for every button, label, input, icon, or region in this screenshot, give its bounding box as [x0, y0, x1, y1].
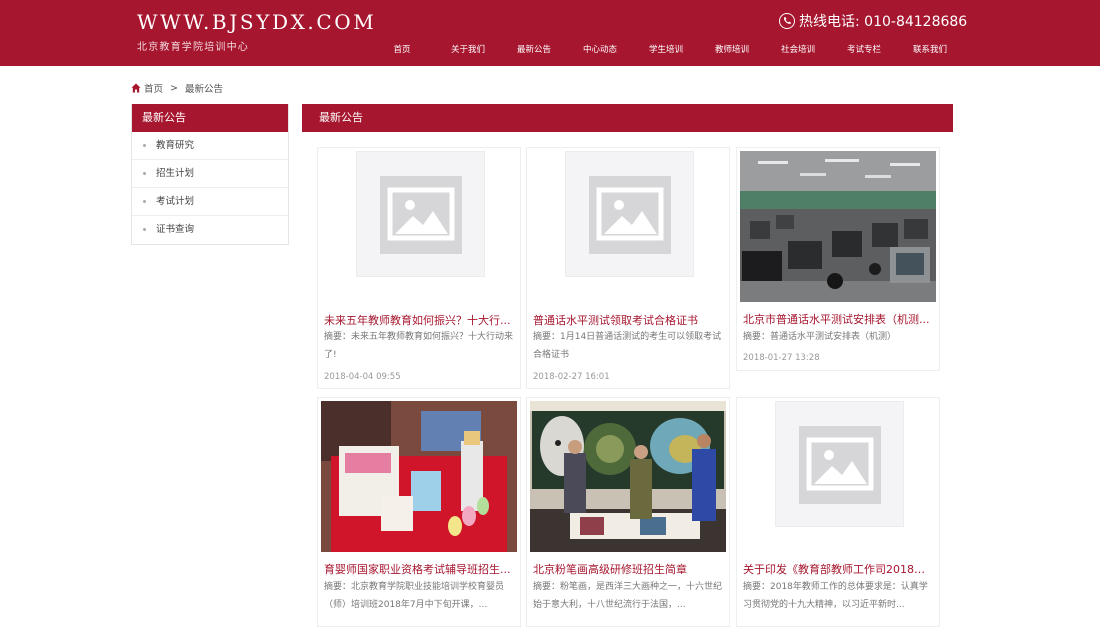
- article-title[interactable]: 未来五年教师教育如何振兴？十大行...: [324, 312, 514, 328]
- bullet-icon: [143, 144, 146, 147]
- image-placeholder: [775, 401, 904, 527]
- article-date: 2018-04-04 09:55: [324, 372, 401, 382]
- nav-item-exams[interactable]: 考试专栏: [831, 43, 897, 55]
- article-summary: 摘要：粉笔画，是西洋三大画种之一，十六世纪始于意大利，十八世纪流行于法国，...: [533, 582, 723, 610]
- image-placeholder-icon: [806, 437, 874, 491]
- site-logo-subtitle: 北京教育学院培训中心: [137, 42, 249, 53]
- sidebar: 最新公告 教育研究 招生计划 考试计划 证书查询: [131, 104, 289, 245]
- site-header: WWW.BJSYDX.COM 北京教育学院培训中心 热线电话: 010-8412…: [0, 0, 1100, 66]
- breadcrumb-current: 最新公告: [184, 84, 223, 95]
- article-title[interactable]: 关于印发《教育部教师工作司2018年...: [743, 561, 933, 577]
- sidebar-item-enrollment-plan[interactable]: 招生计划: [132, 160, 288, 188]
- article-summary: 摘要：1月14日普通话测试的考生可以领取考试合格证书: [533, 332, 722, 360]
- article-card[interactable]: 关于印发《教育部教师工作司2018年... 摘要：2018年教师工作的总体要求是…: [736, 397, 940, 627]
- nav-item-social-training[interactable]: 社会培训: [765, 43, 831, 55]
- image-placeholder-icon: [387, 187, 455, 241]
- article-card[interactable]: 北京市普通话水平测试安排表（机测... 摘要：普通话水平测试安排表（机测） 20…: [736, 147, 940, 371]
- sidebar-item-exam-plan[interactable]: 考试计划: [132, 188, 288, 216]
- nav-item-teacher-training[interactable]: 教师培训: [699, 43, 765, 55]
- hotline: 热线电话: 010-84128686: [779, 11, 967, 31]
- sidebar-item-label: 招生计划: [156, 168, 195, 179]
- hotline-text: 热线电话: 010-84128686: [799, 14, 968, 30]
- site-logo[interactable]: WWW.BJSYDX.COM: [137, 10, 376, 34]
- article-thumbnail[interactable]: [530, 401, 726, 552]
- article-thumbnail[interactable]: [740, 151, 936, 302]
- bullet-icon: [143, 172, 146, 175]
- image-placeholder: [356, 151, 485, 277]
- article-date: 2018-02-27 16:01: [533, 372, 610, 382]
- article-card[interactable]: 育婴师国家职业资格考试辅导班招生... 摘要：北京教育学院职业技能培训学校育婴员…: [317, 397, 521, 627]
- main-nav: 首页 关于我们 最新公告 中心动态 学生培训 教师培训 社会培训 考试专栏 联系…: [369, 43, 963, 55]
- nav-item-news[interactable]: 中心动态: [567, 43, 633, 55]
- chalk-art-class-photo: [530, 401, 726, 552]
- article-thumbnail[interactable]: [530, 151, 726, 302]
- home-icon: [131, 83, 141, 93]
- sidebar-title: 最新公告: [132, 104, 288, 132]
- nav-item-home[interactable]: 首页: [369, 43, 435, 55]
- article-summary: 摘要：2018年教师工作的总体要求是：认真学习贯彻党的十九大精神，以习近平新时.…: [743, 582, 928, 610]
- article-title[interactable]: 北京市普通话水平测试安排表（机测...: [743, 311, 933, 327]
- bullet-icon: [143, 228, 146, 231]
- bullet-icon: [143, 200, 146, 203]
- computer-lab-photo: [740, 151, 936, 302]
- breadcrumb: 首页 > 最新公告: [131, 81, 223, 95]
- nav-item-about[interactable]: 关于我们: [435, 43, 501, 55]
- breadcrumb-separator: >: [170, 82, 178, 94]
- article-card[interactable]: 北京粉笔画高级研修班招生简章 摘要：粉笔画，是西洋三大画种之一，十六世纪始于意大…: [526, 397, 730, 627]
- article-summary: 摘要：北京教育学院职业技能培训学校育婴员（师）培训班2018年7月中下旬开课，.…: [324, 582, 505, 610]
- sidebar-item-label: 证书查询: [156, 224, 195, 235]
- article-card[interactable]: 普通话水平测试领取考试合格证书 摘要：1月14日普通话测试的考生可以领取考试合格…: [526, 147, 730, 389]
- nav-item-contact[interactable]: 联系我们: [897, 43, 963, 55]
- nav-item-announcements[interactable]: 最新公告: [501, 43, 567, 55]
- sidebar-item-label: 教育研究: [156, 140, 195, 151]
- baby-supplies-photo: [321, 401, 517, 552]
- sidebar-item-education-research[interactable]: 教育研究: [132, 132, 288, 160]
- article-date: 2018-01-27 13:28: [743, 353, 820, 363]
- article-title[interactable]: 北京粉笔画高级研修班招生简章: [533, 561, 723, 577]
- article-thumbnail[interactable]: [321, 151, 517, 302]
- article-thumbnail[interactable]: [321, 401, 517, 552]
- sidebar-item-certificate-query[interactable]: 证书查询: [132, 216, 288, 244]
- article-title[interactable]: 育婴师国家职业资格考试辅导班招生...: [324, 561, 514, 577]
- phone-icon: [779, 13, 795, 29]
- article-summary: 摘要：普通话水平测试安排表（机测）: [743, 332, 897, 342]
- article-card[interactable]: 未来五年教师教育如何振兴？十大行... 摘要：未来五年教师教育如何振兴？十大行动…: [317, 147, 521, 389]
- breadcrumb-home[interactable]: 首页: [144, 81, 163, 95]
- article-title[interactable]: 普通话水平测试领取考试合格证书: [533, 312, 723, 328]
- nav-item-student-training[interactable]: 学生培训: [633, 43, 699, 55]
- article-summary: 摘要：未来五年教师教育如何振兴？十大行动来了!: [324, 332, 514, 360]
- article-thumbnail[interactable]: [740, 401, 936, 552]
- image-placeholder-icon: [596, 187, 664, 241]
- section-title: 最新公告: [302, 104, 953, 132]
- image-placeholder: [565, 151, 694, 277]
- sidebar-item-label: 考试计划: [156, 196, 195, 207]
